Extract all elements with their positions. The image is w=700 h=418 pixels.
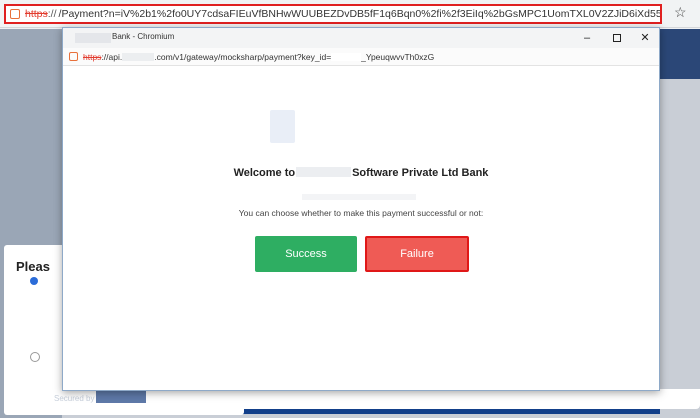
url-protocol: https xyxy=(25,8,48,20)
url-separator: :// xyxy=(47,8,57,20)
popup-url-redacted-key xyxy=(331,52,362,61)
payment-popup-window: Bank - Chromium – ✕ https ://api. .com/v… xyxy=(62,27,660,391)
popup-url-key-tail: _YpeuqwvvTh0xzG xyxy=(361,51,435,62)
welcome-prefix: Welcome to xyxy=(233,167,296,179)
secured-by-label: Secured by xyxy=(54,394,95,403)
success-button[interactable]: Success xyxy=(255,236,357,272)
welcome-suffix: Software Private Ltd Bank xyxy=(352,167,489,179)
popup-url-protocol: https xyxy=(83,51,102,62)
bank-logo xyxy=(270,110,295,143)
close-icon[interactable]: ✕ xyxy=(631,29,659,47)
browser-toolbar: https :// /Payment?n=iV%2b1%2fo0UY7cdsaF… xyxy=(0,0,700,28)
popup-address-bar[interactable]: https ://api. .com/v1/gateway/mocksharp/… xyxy=(63,48,659,66)
minimize-icon[interactable]: – xyxy=(573,29,601,47)
page-footer-card xyxy=(234,389,700,409)
radio-selected-icon[interactable] xyxy=(30,277,38,285)
welcome-heading: Welcome to Software Private Ltd Bank xyxy=(63,167,659,179)
window-title: Bank - Chromium xyxy=(112,32,175,41)
maximize-icon[interactable] xyxy=(603,29,631,47)
window-titlebar[interactable]: Bank - Chromium – ✕ xyxy=(63,28,659,48)
address-bar[interactable]: https :// /Payment?n=iV%2b1%2fo0UY7cdsaF… xyxy=(4,4,662,24)
popup-url-path: .com/v1/gateway/mocksharp/payment?key_id… xyxy=(154,51,332,62)
card-title: Pleas xyxy=(16,259,50,274)
instruction-text: You can choose whether to make this paym… xyxy=(238,208,484,218)
popup-url-host: ://api. xyxy=(101,51,123,62)
url-path: /Payment?n=iV%2b1%2fo0UY7cdsaFIEuVfBNHwW… xyxy=(58,8,662,20)
radio-unselected-icon[interactable] xyxy=(30,352,40,362)
failure-button[interactable]: Failure xyxy=(365,236,469,272)
popup-url-redacted xyxy=(122,52,155,61)
star-icon[interactable]: ☆ xyxy=(674,4,687,21)
subtitle-redacted xyxy=(302,194,416,200)
lock-icon xyxy=(69,52,78,61)
bank-name-redacted xyxy=(296,167,352,177)
lock-icon xyxy=(10,9,20,19)
secured-logo xyxy=(96,391,146,403)
title-redacted xyxy=(75,33,111,43)
